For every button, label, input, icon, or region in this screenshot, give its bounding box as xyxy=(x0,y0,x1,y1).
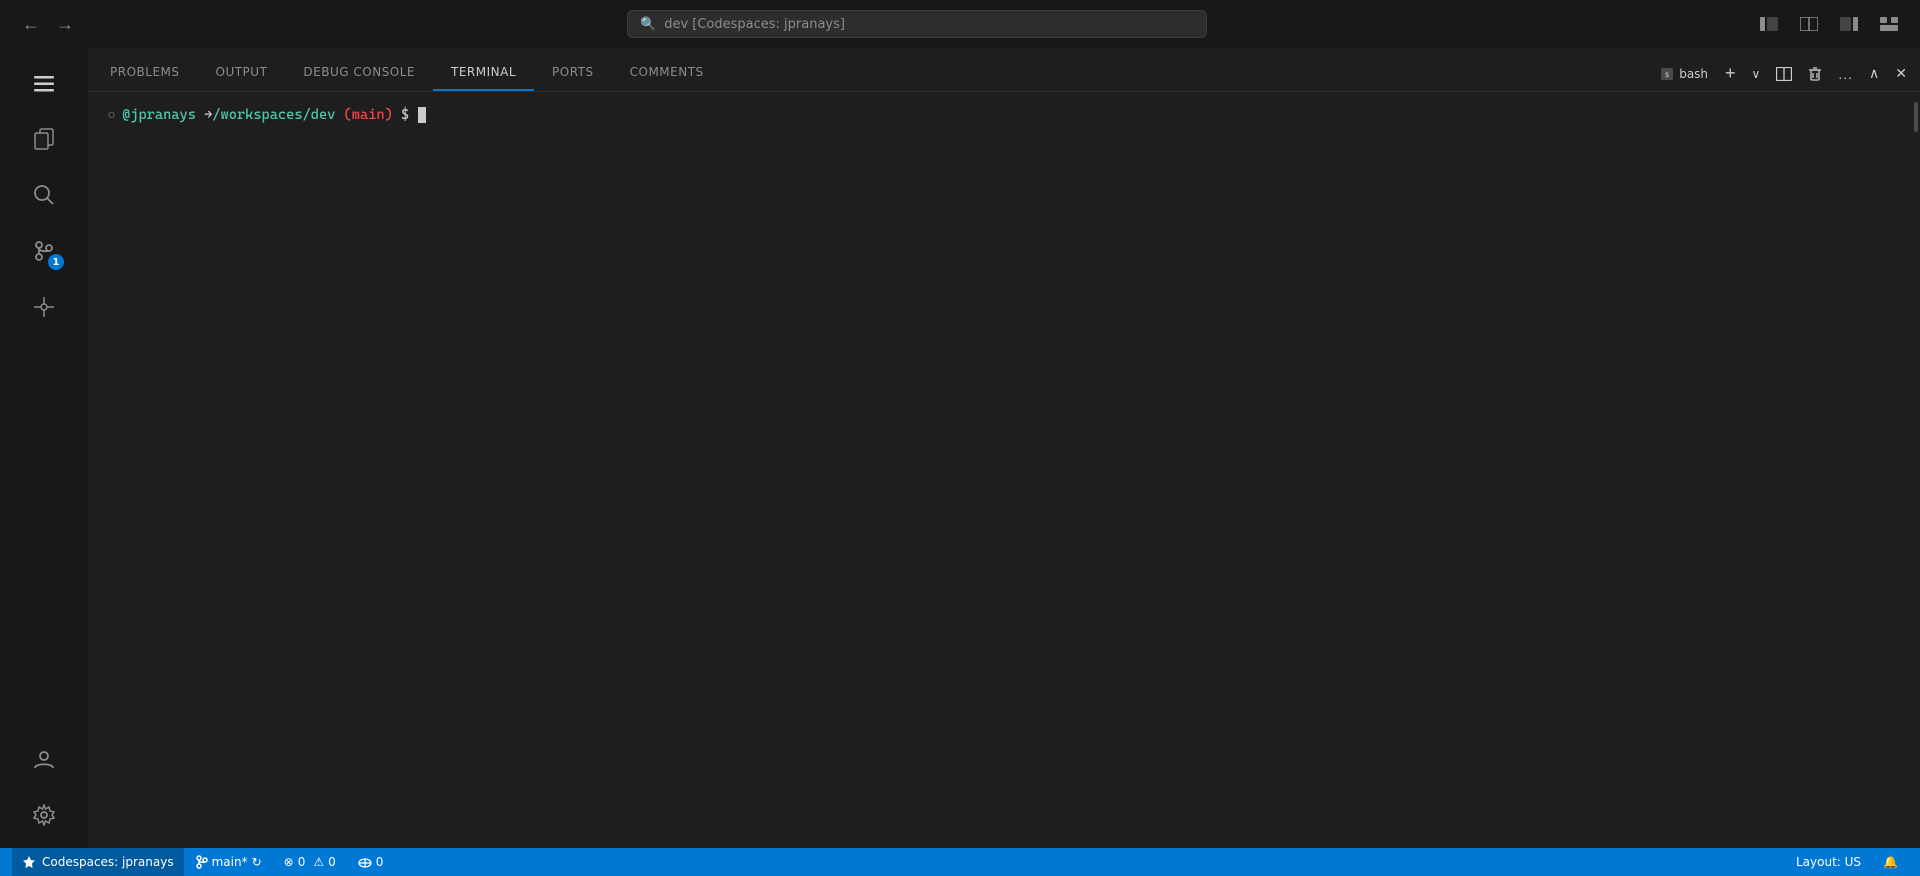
branch-label: main* xyxy=(212,855,248,869)
terminal-scrollbar[interactable] xyxy=(1914,102,1918,132)
terminal-prompt: $ xyxy=(393,104,418,126)
activity-item-menu[interactable] xyxy=(18,56,70,108)
codespace-icon xyxy=(22,855,36,870)
sync-icon: ↻ xyxy=(252,855,262,869)
command-palette[interactable]: 🔍 dev [Codespaces: jpranays] xyxy=(627,10,1207,38)
terminal-prompt-line: ○ @jpranays → /workspaces/dev (main) $ xyxy=(108,104,1900,126)
main-content: 1 xyxy=(0,48,1920,848)
status-bell[interactable]: 🔔 xyxy=(1873,848,1908,876)
panel-tabs: PROBLEMS OUTPUT DEBUG CONSOLE TERMINAL P… xyxy=(88,48,1920,92)
ports-count: 0 xyxy=(376,855,384,869)
source-control-badge: 1 xyxy=(48,254,64,270)
close-panel-button[interactable]: ✕ xyxy=(1890,62,1912,85)
terminal-chevron-button[interactable]: ∨ xyxy=(1747,64,1766,84)
activity-item-settings[interactable] xyxy=(18,788,70,840)
status-codespace[interactable]: Codespaces: jpranays xyxy=(12,848,184,876)
more-actions-button[interactable]: ... xyxy=(1833,63,1858,85)
activity-spacer xyxy=(18,336,70,728)
tab-ports[interactable]: PORTS xyxy=(534,55,612,91)
terminal-space xyxy=(335,104,343,126)
status-right: Layout: US 🔔 xyxy=(1786,848,1908,876)
warnings-icon: ⚠ xyxy=(313,855,324,869)
terminal-content[interactable]: ○ @jpranays → /workspaces/dev (main) $ xyxy=(88,92,1920,848)
split-terminal-button[interactable] xyxy=(1771,62,1797,85)
status-ports[interactable]: 0 xyxy=(348,848,394,876)
activity-item-account[interactable] xyxy=(18,732,70,784)
activity-bar: 1 xyxy=(0,48,88,848)
shell-selector[interactable]: $ bash xyxy=(1654,64,1714,84)
toggle-primary-sidebar-button[interactable] xyxy=(1754,11,1784,37)
hamburger-icon xyxy=(34,70,54,94)
toggle-secondary-sidebar-button[interactable] xyxy=(1834,11,1864,37)
titlebar: ← → 🔍 dev [Codespaces: jpranays] xyxy=(0,0,1920,48)
terminal-path: /workspaces/dev xyxy=(212,104,335,126)
tab-terminal[interactable]: TERMINAL xyxy=(433,55,534,91)
editor-area: PROBLEMS OUTPUT DEBUG CONSOLE TERMINAL P… xyxy=(88,48,1920,848)
search-text: dev [Codespaces: jpranays] xyxy=(664,17,845,32)
codespace-label: Codespaces: jpranays xyxy=(42,855,174,869)
warnings-count: 0 xyxy=(328,855,336,869)
titlebar-nav: ← → xyxy=(16,10,80,39)
tab-debug-console[interactable]: DEBUG CONSOLE xyxy=(285,55,433,91)
status-layout[interactable]: Layout: US xyxy=(1786,848,1871,876)
activity-item-search[interactable] xyxy=(18,168,70,220)
delete-terminal-button[interactable] xyxy=(1803,62,1827,85)
ports-icon xyxy=(358,855,372,869)
branch-icon xyxy=(196,855,208,870)
status-branch[interactable]: main* ↻ xyxy=(186,848,272,876)
activity-item-source-control[interactable]: 1 xyxy=(18,224,70,276)
activity-item-explorer[interactable] xyxy=(18,112,70,164)
search-icon xyxy=(33,182,55,207)
copy-icon xyxy=(33,126,55,151)
back-button[interactable]: ← xyxy=(16,10,46,39)
tab-problems[interactable]: PROBLEMS xyxy=(92,55,198,91)
status-left: Codespaces: jpranays main* ↻ ⊗ 0 ⚠ 0 xyxy=(12,848,393,876)
layout-label: Layout: US xyxy=(1796,855,1861,869)
titlebar-left: ← → xyxy=(16,10,80,39)
toggle-editor-layout-button[interactable] xyxy=(1794,11,1824,37)
forward-button[interactable]: → xyxy=(50,10,80,39)
status-errors[interactable]: ⊗ 0 ⚠ 0 xyxy=(274,848,346,876)
titlebar-right xyxy=(1754,11,1904,37)
errors-count: 0 xyxy=(298,855,306,869)
search-icon: 🔍 xyxy=(640,17,656,32)
errors-icon: ⊗ xyxy=(284,855,294,869)
add-terminal-button[interactable]: + xyxy=(1720,60,1741,87)
shell-name: bash xyxy=(1679,67,1708,81)
status-bar: Codespaces: jpranays main* ↻ ⊗ 0 ⚠ 0 xyxy=(0,848,1920,876)
extensions-icon xyxy=(33,294,55,319)
terminal-cursor xyxy=(418,107,426,123)
terminal-branch: (main) xyxy=(344,104,393,126)
account-icon xyxy=(33,746,55,771)
maximize-panel-button[interactable]: ∧ xyxy=(1864,62,1884,85)
bell-icon: 🔔 xyxy=(1883,855,1898,869)
settings-icon xyxy=(33,802,55,827)
terminal-user: @jpranays xyxy=(122,104,196,126)
activity-item-extensions[interactable] xyxy=(18,280,70,332)
customize-layout-button[interactable] xyxy=(1874,11,1904,37)
terminal-arrow: → xyxy=(196,104,212,126)
tab-comments[interactable]: COMMENTS xyxy=(612,55,722,91)
svg-text:$: $ xyxy=(1665,71,1669,79)
tab-output[interactable]: OUTPUT xyxy=(198,55,286,91)
